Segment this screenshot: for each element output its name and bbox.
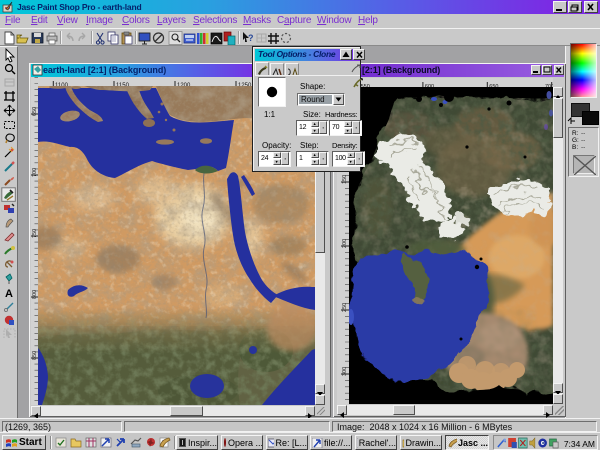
svg-text:A: A	[5, 288, 13, 300]
svg-text:150: 150	[342, 175, 348, 184]
svg-text:300: 300	[342, 367, 348, 376]
svg-text:?: ?	[248, 33, 254, 43]
svg-text:200: 200	[342, 239, 348, 248]
svg-text:250: 250	[342, 303, 348, 312]
